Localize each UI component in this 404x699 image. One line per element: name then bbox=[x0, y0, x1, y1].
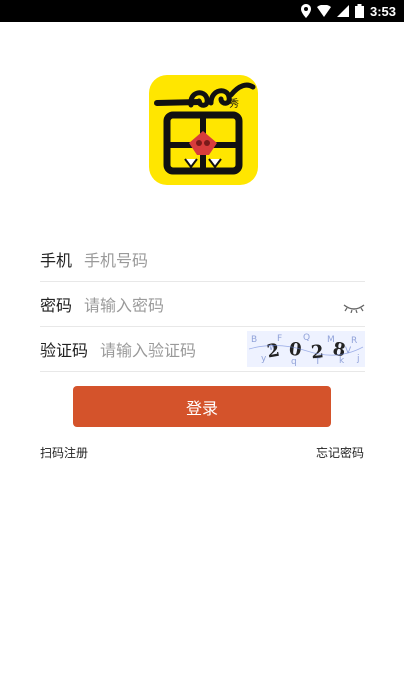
login-form: 手机 手机号码 密码 请输入密码 验证码 请输入验证码 B y F q Q T … bbox=[40, 237, 365, 372]
captcha-noise-char: Q bbox=[303, 333, 310, 343]
captcha-noise-char: B bbox=[251, 335, 257, 345]
wifi-icon bbox=[316, 5, 331, 17]
eye-closed-icon[interactable] bbox=[343, 298, 365, 317]
phone-row[interactable]: 手机 手机号码 bbox=[40, 237, 365, 282]
phone-input[interactable]: 手机号码 bbox=[84, 247, 148, 271]
phone-label: 手机 bbox=[40, 251, 73, 270]
captcha-noise-char: y bbox=[261, 354, 267, 364]
captcha-noise-char: j bbox=[356, 354, 360, 364]
status-bar: 3:53 bbox=[0, 0, 404, 22]
status-time: 3:53 bbox=[369, 3, 396, 19]
svg-text:秀: 秀 bbox=[229, 98, 239, 110]
password-input[interactable]: 请输入密码 bbox=[84, 292, 164, 316]
password-label: 密码 bbox=[40, 296, 73, 315]
location-icon bbox=[300, 4, 311, 18]
captcha-noise-char: R bbox=[351, 336, 357, 346]
captcha-image[interactable]: B y F q Q T M k R j w V 2 0 2 8 bbox=[247, 331, 365, 367]
forgot-password-link[interactable]: 忘记密码 bbox=[316, 444, 364, 461]
captcha-label: 验证码 bbox=[40, 341, 89, 360]
captcha-input[interactable]: 请输入验证码 bbox=[100, 337, 196, 361]
captcha-row[interactable]: 验证码 请输入验证码 B y F q Q T M k R j w V 2 0 2… bbox=[40, 327, 365, 372]
status-icons: 3:53 bbox=[300, 0, 396, 22]
signal-icon bbox=[336, 5, 349, 17]
login-button[interactable]: 登录 bbox=[73, 386, 331, 427]
captcha-noise-char: V bbox=[345, 346, 352, 356]
battery-icon bbox=[354, 4, 364, 18]
password-row[interactable]: 密码 请输入密码 bbox=[40, 282, 365, 327]
scan-register-link[interactable]: 扫码注册 bbox=[40, 444, 88, 461]
app-logo: 秀 bbox=[149, 75, 258, 185]
